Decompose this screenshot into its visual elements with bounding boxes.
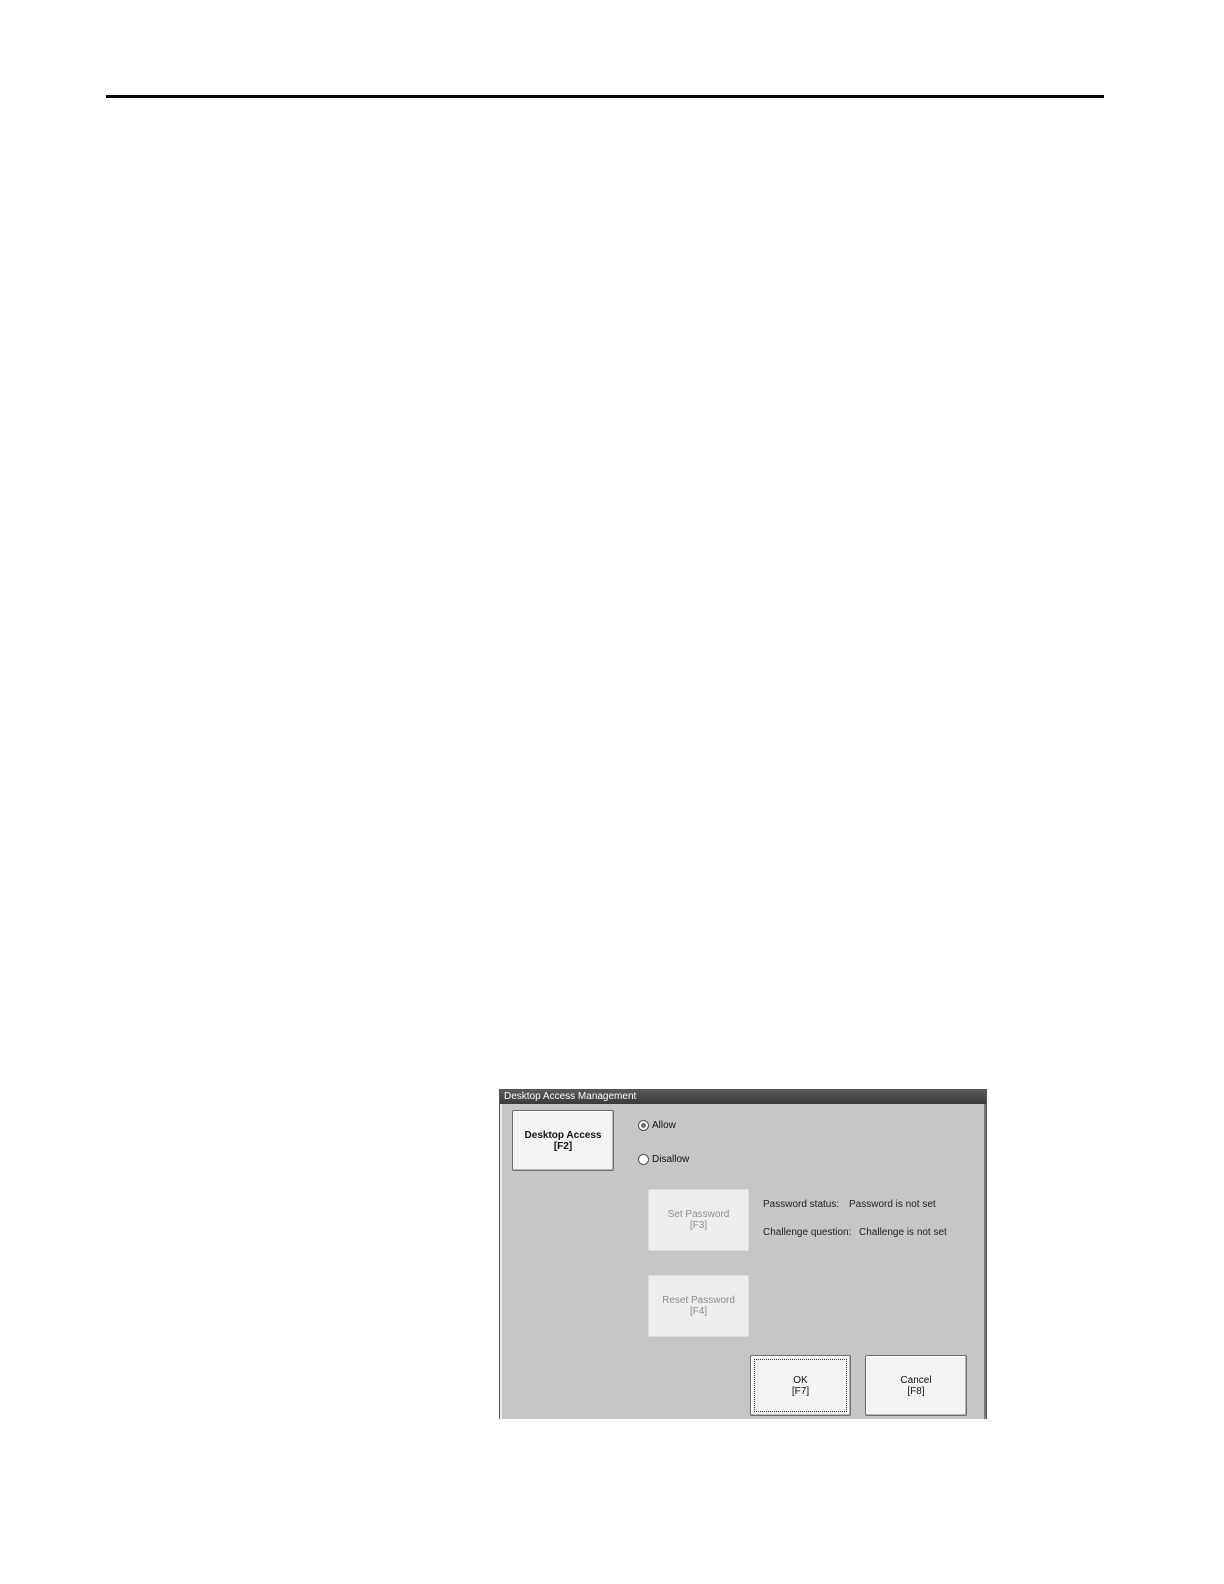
page-header-rule [106, 95, 1104, 98]
password-status-value: Password is not set [849, 1199, 936, 1210]
set-password-key: [F3] [689, 1220, 708, 1231]
dialog-title: Desktop Access Management [500, 1090, 986, 1104]
cancel-button[interactable]: Cancel [F8] [865, 1355, 967, 1416]
set-password-label: Set Password [667, 1209, 730, 1220]
cancel-key: [F8] [907, 1385, 925, 1397]
password-status-label: Password status: [763, 1199, 840, 1210]
desktop-access-key: [F2] [553, 1140, 573, 1152]
disallow-label: Disallow [652, 1154, 690, 1165]
challenge-question-label: Challenge question: [763, 1227, 852, 1238]
desktop-access-management-dialog: Desktop Access Management Desktop Access… [499, 1089, 987, 1419]
desktop-access-button[interactable]: Desktop Access [F2] [512, 1110, 614, 1171]
ok-button[interactable]: OK [F7] [750, 1355, 851, 1416]
radio-unselected-icon [638, 1154, 649, 1165]
desktop-access-label: Desktop Access [524, 1129, 602, 1141]
radio-selected-icon [638, 1120, 649, 1131]
reset-password-key: [F4] [689, 1306, 708, 1317]
cancel-label: Cancel [900, 1374, 932, 1386]
focus-ring [754, 1359, 847, 1412]
set-password-button[interactable]: Set Password [F3] [648, 1189, 749, 1251]
reset-password-button[interactable]: Reset Password [F4] [648, 1275, 749, 1337]
allow-radio[interactable]: Allow [638, 1120, 676, 1131]
reset-password-label: Reset Password [662, 1295, 735, 1306]
disallow-radio[interactable]: Disallow [638, 1154, 689, 1165]
allow-label: Allow [652, 1120, 676, 1131]
challenge-question-value: Challenge is not set [859, 1227, 947, 1238]
